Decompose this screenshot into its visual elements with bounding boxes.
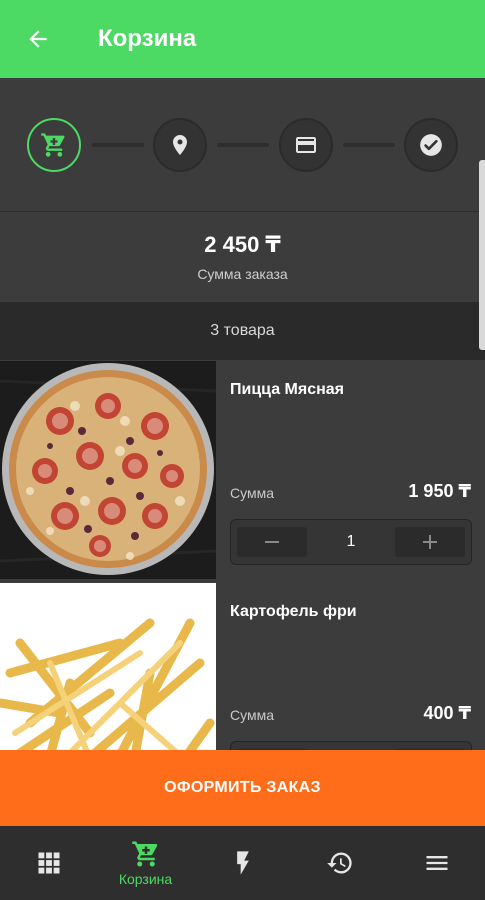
nav-item-menu[interactable]: [388, 826, 485, 900]
nav-item-history[interactable]: [291, 826, 388, 900]
items-count: 3 товара: [0, 302, 485, 360]
credit-card-icon: [296, 137, 316, 153]
cart-icon: [131, 841, 157, 867]
nav-item-cart[interactable]: Корзина: [97, 826, 194, 900]
page-title: Корзина: [98, 25, 197, 52]
checkout-button[interactable]: ОФОРМИТЬ ЗАКАЗ: [0, 750, 485, 826]
item-sum-label: Сумма: [230, 485, 274, 501]
quantity-stepper: 1: [230, 519, 472, 565]
back-button[interactable]: [18, 19, 58, 59]
step-address[interactable]: [153, 118, 207, 172]
location-pin-icon: [173, 135, 187, 155]
order-summary: 2 450 ₸ Сумма заказа: [0, 212, 485, 302]
check-circle-icon: [420, 134, 442, 156]
step-payment[interactable]: [279, 118, 333, 172]
step-connector: [217, 143, 269, 147]
item-info: Пицца Мясная Сумма 1 950 ₸ 1: [216, 361, 485, 579]
item-name: Картофель фри: [230, 603, 357, 620]
item-sum-value: 400 ₸: [423, 703, 471, 723]
checkout-stepper: [0, 78, 485, 212]
minus-icon: [265, 541, 279, 543]
order-total: 2 450 ₸: [204, 232, 281, 257]
step-connector: [343, 143, 395, 147]
step-confirm[interactable]: [404, 118, 458, 172]
item-sum-label: Сумма: [230, 707, 274, 723]
pizza-image: [0, 361, 216, 579]
nav-item-catalog[interactable]: [0, 826, 97, 900]
item-name: Пицца Мясная: [230, 381, 345, 398]
app-bar: Корзина: [0, 0, 485, 78]
cart-icon: [41, 133, 65, 157]
arrow-left-icon: [29, 30, 47, 48]
decrease-button[interactable]: [237, 527, 307, 557]
lightning-icon: [236, 851, 249, 875]
item-sum-value: 1 950 ₸: [408, 481, 471, 501]
plus-icon: [423, 535, 437, 549]
increase-button[interactable]: [395, 527, 465, 557]
step-connector: [92, 143, 144, 147]
cart-screen: Корзина 2 450 ₸ Сумма заказа 3 товара Пи…: [0, 0, 485, 900]
grid-icon: [38, 852, 59, 874]
scroll-indicator[interactable]: [479, 160, 485, 350]
step-cart[interactable]: [27, 118, 81, 172]
nav-item-label: Корзина: [118, 871, 173, 887]
bottom-navigation: Корзина: [0, 826, 485, 900]
menu-icon: [426, 856, 447, 870]
quantity-value: 1: [346, 533, 356, 550]
history-icon: [326, 852, 352, 874]
order-total-label: Сумма заказа: [197, 266, 288, 282]
nav-item-promo[interactable]: [194, 826, 291, 900]
cart-item: Пицца Мясная Сумма 1 950 ₸ 1: [0, 361, 485, 579]
